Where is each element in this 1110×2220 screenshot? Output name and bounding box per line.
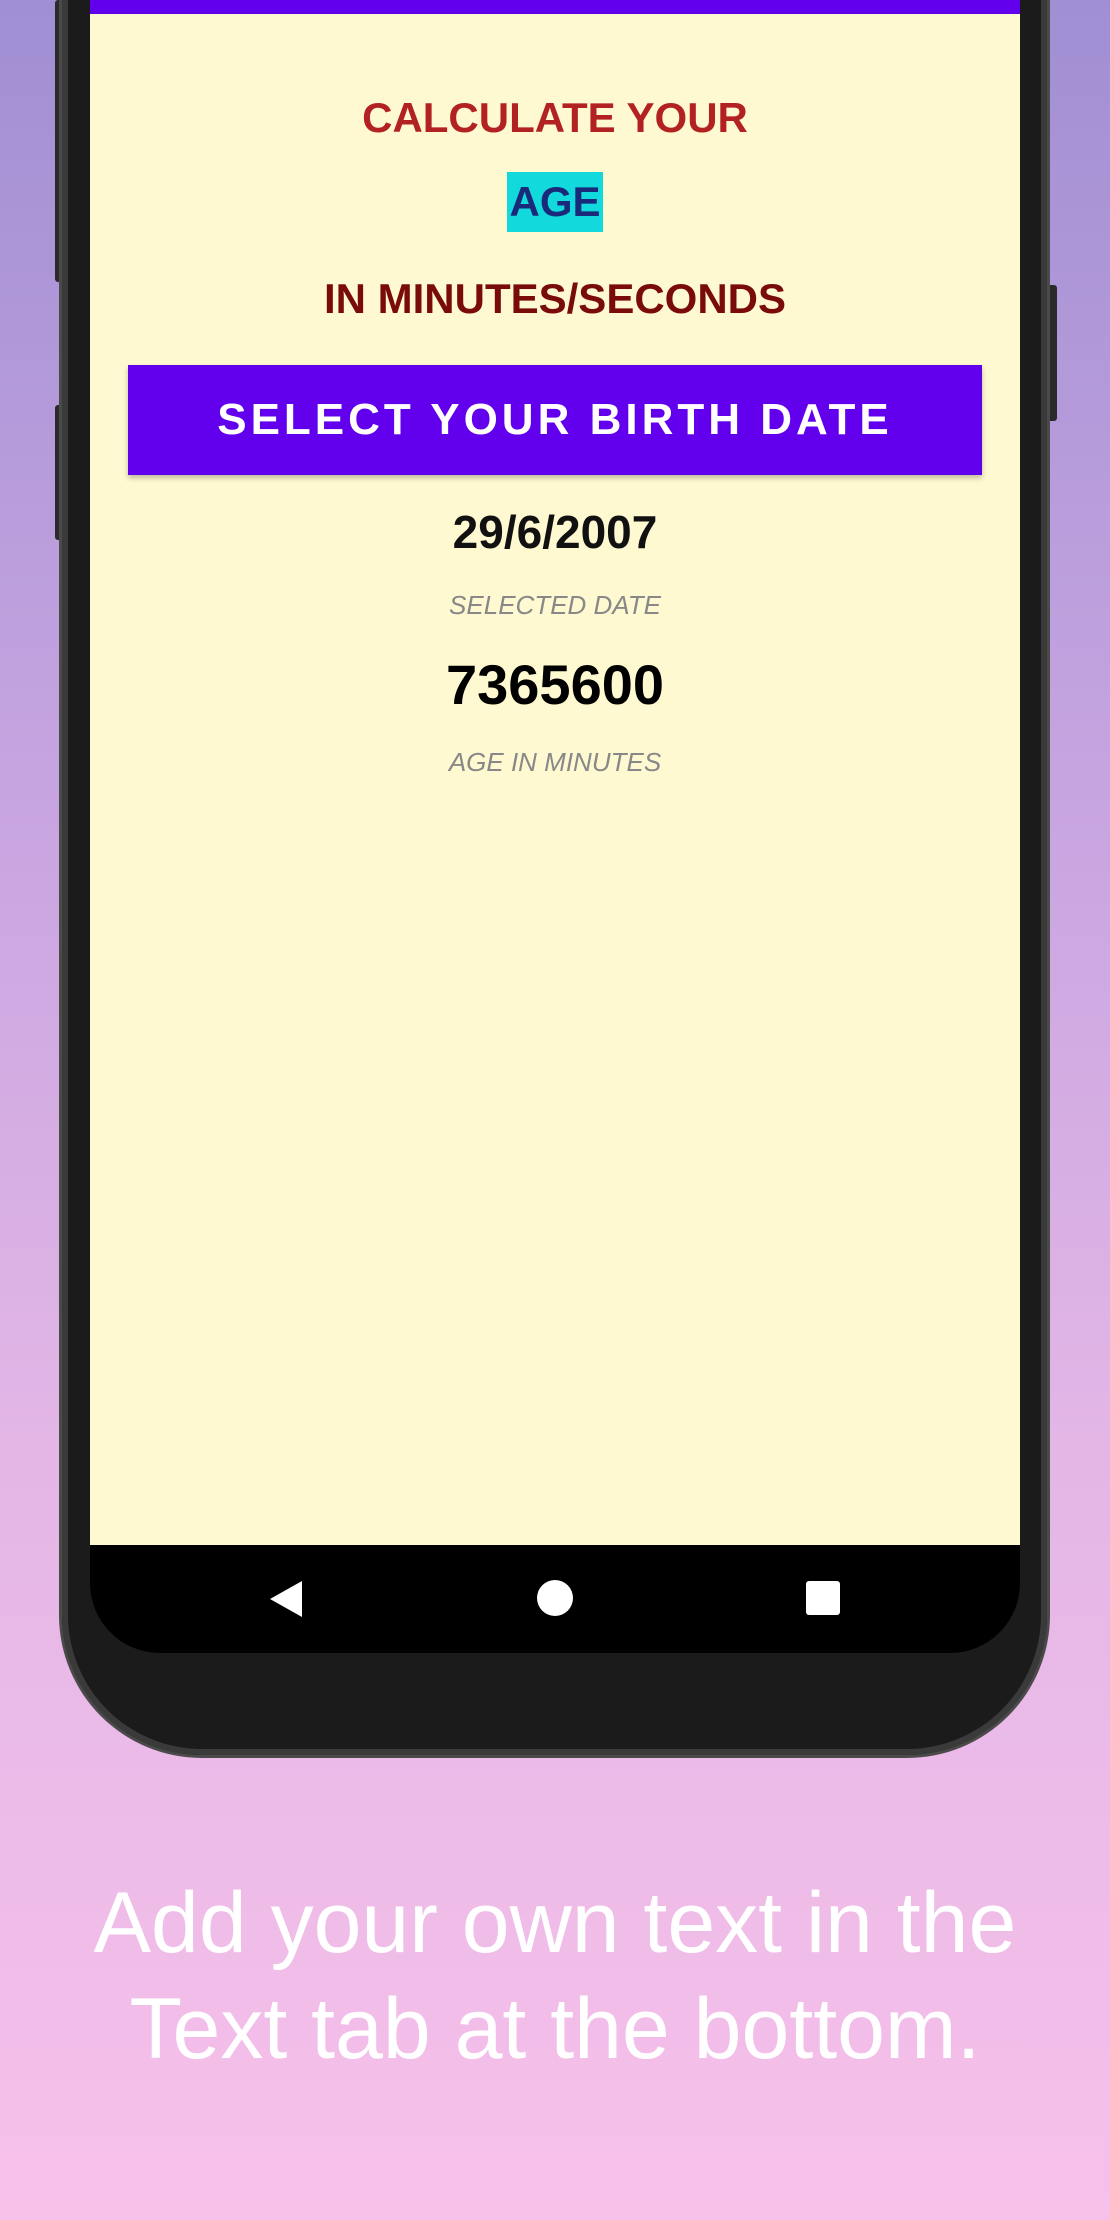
home-circle-icon[interactable] xyxy=(537,1580,573,1616)
recent-square-icon[interactable] xyxy=(806,1581,840,1615)
select-birth-date-button[interactable]: SELECT YOUR BIRTH DATE xyxy=(128,365,982,475)
navigation-bar xyxy=(90,1545,1020,1653)
title-line-3: IN MINUTES/SECONDS xyxy=(323,275,787,322)
selected-date-value: 29/6/2007 xyxy=(452,506,658,558)
selected-date-label: SELECTED DATE xyxy=(449,590,661,620)
caption-line-1: Add your own text in the xyxy=(93,1875,1017,1971)
age-in-minutes-label: AGE IN MINUTES xyxy=(448,747,662,777)
back-triangle-icon[interactable] xyxy=(270,1581,302,1617)
age-in-minutes-value: 7365600 xyxy=(445,653,664,716)
app-bar xyxy=(90,0,1020,14)
title-line-2-wrap: AGE xyxy=(90,172,1020,232)
caption-line-2: Text tab at the bottom. xyxy=(129,1981,981,2077)
app-screen: CALCULATE YOUR AGE IN MINUTES/SECONDS SE… xyxy=(90,0,1020,1545)
title-line-1: CALCULATE YOUR xyxy=(362,94,748,141)
title-line-2: AGE xyxy=(507,172,603,232)
promo-caption: Add your own text in the Text tab at the… xyxy=(0,1870,1110,2082)
